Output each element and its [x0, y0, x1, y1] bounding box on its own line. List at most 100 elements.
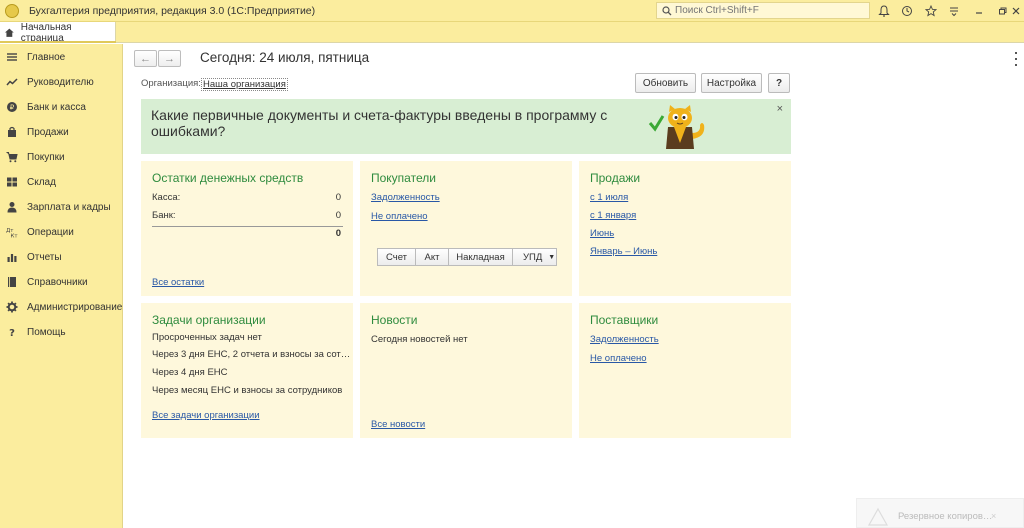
banner-text[interactable]: Какие первичные документы и счета-фактур…	[151, 107, 621, 139]
sidebar-item-label: Главное	[27, 51, 66, 63]
sidebar-item-sales[interactable]: Продажи	[0, 120, 123, 144]
search-box[interactable]	[656, 2, 870, 19]
bell-icon[interactable]	[876, 3, 892, 19]
panel-suppliers: Поставщики Задолженность Не оплачено	[579, 303, 791, 438]
waybill-button[interactable]: Накладная	[448, 248, 513, 266]
more-menu-icon[interactable]	[946, 3, 962, 19]
svg-text:?: ?	[9, 328, 15, 338]
panel-cash-balances: Остатки денежных средств Касса: 0 Банк: …	[141, 161, 353, 296]
news-text: Сегодня новостей нет	[371, 334, 468, 345]
sidebar-item-help[interactable]: ? Помощь	[0, 320, 123, 344]
app-title: Бухгалтерия предприятия, редакция 3.0 (1…	[29, 4, 316, 17]
gear-icon	[6, 301, 18, 313]
kassa-value: 0	[335, 192, 341, 203]
refresh-button[interactable]: Обновить	[635, 73, 696, 93]
coin-icon: ₽	[6, 101, 18, 113]
all-tasks-link[interactable]: Все задачи организации	[152, 410, 260, 421]
panel-news: Новости Сегодня новостей нет Все новости	[360, 303, 572, 438]
history-icon[interactable]	[899, 3, 915, 19]
upd-dropdown-button[interactable]: УПД ▼	[512, 248, 557, 266]
task-item[interactable]: Через 4 дня ЕНС	[152, 367, 228, 378]
arrow-right-icon: →	[164, 52, 175, 65]
operations-icon: Дт Кт	[6, 226, 18, 238]
panel-sales: Продажи с 1 июля с 1 января Июнь Январь …	[579, 161, 791, 296]
invoice-button[interactable]: Счет	[377, 248, 416, 266]
cat-mascot-icon	[648, 105, 705, 149]
svg-text:Кт: Кт	[11, 234, 19, 239]
forward-button[interactable]: →	[158, 50, 181, 67]
home-icon	[4, 28, 14, 37]
sidebar-item-label: Зарплата и кадры	[27, 201, 111, 213]
sidebar-item-warehouse[interactable]: Склад	[0, 170, 123, 194]
banner-close-icon[interactable]: ×	[777, 103, 783, 115]
total-divider	[152, 226, 343, 227]
upd-label: УПД	[523, 251, 543, 263]
tab-home[interactable]: Начальная страница	[0, 22, 116, 44]
minimize-icon[interactable]	[971, 3, 987, 19]
sidebar-item-administration[interactable]: Администрирование	[0, 295, 123, 319]
panel-org-tasks: Задачи организации Просроченных задач не…	[141, 303, 353, 438]
sales-jan-june-link[interactable]: Январь – Июнь	[590, 246, 657, 257]
warehouse-icon	[6, 176, 18, 188]
all-balances-link[interactable]: Все остатки	[152, 277, 204, 288]
buyers-unpaid-link[interactable]: Не оплачено	[371, 211, 428, 222]
backup-notification[interactable]: Резервное копиров… ×	[856, 498, 1024, 528]
main-content: ← → Сегодня: 24 июля, пятница Организаци…	[124, 44, 1010, 528]
suppliers-debt-link[interactable]: Задолженность	[590, 334, 659, 345]
task-item: Просроченных задач нет	[152, 332, 262, 343]
help-icon: ?	[6, 326, 18, 338]
sidebar-item-label: Покупки	[27, 151, 65, 163]
act-button[interactable]: Акт	[415, 248, 449, 266]
close-icon[interactable]	[1008, 3, 1024, 19]
notification-text: Резервное копиров…	[898, 511, 993, 522]
svg-text:₽: ₽	[10, 104, 15, 112]
panel-buyers: Покупатели Задолженность Не оплачено Сче…	[360, 161, 572, 296]
sales-since-july-link[interactable]: с 1 июля	[590, 192, 628, 203]
sidebar-item-salary[interactable]: Зарплата и кадры	[0, 195, 123, 219]
panel-title: Поставщики	[590, 313, 659, 327]
sidebar-item-bank[interactable]: ₽ Банк и касса	[0, 95, 123, 119]
total-value: 0	[335, 228, 341, 239]
search-icon	[662, 5, 672, 15]
tab-active-indicator	[0, 41, 116, 43]
sidebar-item-operations[interactable]: Дт Кт Операции	[0, 220, 123, 244]
sidebar-item-purchases[interactable]: Покупки	[0, 145, 123, 169]
task-item[interactable]: Через 3 дня ЕНС, 2 отчета и взносы за со…	[152, 349, 350, 360]
bag-icon	[6, 126, 18, 138]
trend-icon	[6, 76, 18, 88]
sidebar-item-label: Продажи	[27, 126, 69, 138]
suppliers-unpaid-link[interactable]: Не оплачено	[590, 353, 647, 364]
help-button[interactable]: ?	[768, 73, 790, 93]
sidebar-item-manager[interactable]: Руководителю	[0, 70, 123, 94]
sidebar-item-label: Операции	[27, 226, 74, 238]
sales-since-january-link[interactable]: с 1 января	[590, 210, 636, 221]
settings-button[interactable]: Настройка	[701, 73, 762, 93]
sales-june-link[interactable]: Июнь	[590, 228, 614, 239]
org-label: Организация:	[141, 78, 201, 89]
bank-value: 0	[335, 210, 341, 221]
warning-icon	[867, 507, 889, 526]
kassa-label: Касса:	[152, 192, 181, 203]
sidebar-item-reports[interactable]: Отчеты	[0, 245, 123, 269]
notification-close-icon[interactable]: ×	[991, 511, 996, 521]
person-icon	[6, 201, 18, 213]
tab-bar: Начальная страница	[0, 22, 1024, 44]
sidebar-item-label: Помощь	[27, 326, 66, 338]
sidebar-item-main[interactable]: Главное	[0, 45, 123, 69]
star-icon[interactable]	[923, 3, 939, 19]
sidebar-item-label: Администрирование	[27, 301, 123, 313]
all-news-link[interactable]: Все новости	[371, 419, 425, 430]
info-banner[interactable]: Какие первичные документы и счета-фактур…	[141, 99, 791, 154]
sidebar-item-directories[interactable]: Справочники	[0, 270, 123, 294]
panel-title: Остатки денежных средств	[152, 171, 304, 185]
buyers-debt-link[interactable]: Задолженность	[371, 192, 440, 203]
search-input[interactable]	[675, 5, 865, 16]
menu-icon	[6, 51, 18, 63]
back-button[interactable]: ←	[134, 50, 157, 67]
task-item[interactable]: Через месяц ЕНС и взносы за сотрудников	[152, 385, 342, 396]
org-link[interactable]: Наша организация	[201, 78, 288, 91]
kebab-menu-icon[interactable]	[1012, 52, 1020, 66]
sidebar-item-label: Склад	[27, 176, 56, 188]
page-title: Сегодня: 24 июля, пятница	[200, 50, 370, 65]
title-bar: Бухгалтерия предприятия, редакция 3.0 (1…	[0, 0, 1024, 22]
